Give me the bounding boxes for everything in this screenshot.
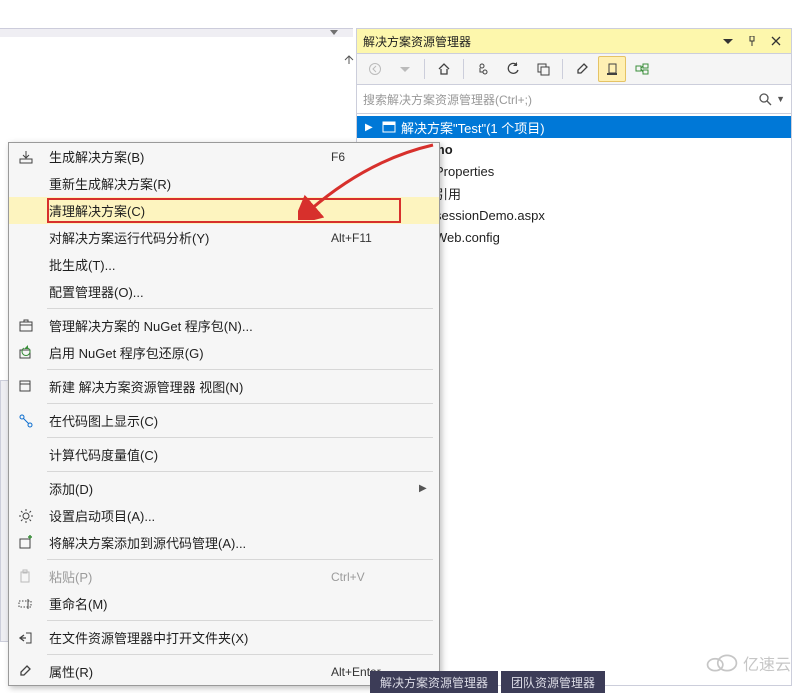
menu-label: 对解决方案运行代码分析(Y) xyxy=(43,228,331,247)
search-box[interactable]: 搜索解决方案资源管理器(Ctrl+;) ▼ xyxy=(357,85,791,114)
search-dropdown-icon[interactable]: ▼ xyxy=(776,94,785,104)
menu-manage-nuget[interactable]: 管理解决方案的 NuGet 程序包(N)... xyxy=(9,312,439,339)
menu-label: 在代码图上显示(C) xyxy=(43,411,331,430)
bottom-tab[interactable]: 解决方案资源管理器 xyxy=(370,671,498,693)
properties-icon[interactable] xyxy=(568,56,596,82)
build-icon xyxy=(9,149,43,165)
paste-icon xyxy=(9,569,43,585)
menu-label: 粘贴(P) xyxy=(43,567,331,586)
menu-label: 在文件资源管理器中打开文件夹(X) xyxy=(43,628,331,647)
forward-icon xyxy=(391,56,419,82)
menu-separator xyxy=(47,654,433,655)
wrench-icon xyxy=(9,664,43,680)
menu-set-startup-projects[interactable]: 设置启动项目(A)... xyxy=(9,502,439,529)
menu-batch-build[interactable]: 批生成(T)... xyxy=(9,251,439,278)
restore-icon xyxy=(9,345,43,361)
menu-label: 设置启动项目(A)... xyxy=(43,506,331,525)
menu-add-to-source-control[interactable]: 将解决方案添加到源代码管理(A)... xyxy=(9,529,439,556)
menu-clean-solution[interactable]: 清理解决方案(C) xyxy=(9,197,439,224)
expand-icon[interactable]: ▶ xyxy=(365,122,377,133)
menu-add[interactable]: 添加(D) ▶ xyxy=(9,475,439,502)
menu-shortcut: Ctrl+V xyxy=(331,570,419,584)
window-position-icon[interactable] xyxy=(719,32,737,50)
app-root: 解决方案资源管理器 搜索解决方案资源管理器(Ctrl+;) ▼ xyxy=(0,0,799,693)
menu-calculate-code-metrics[interactable]: 计算代码度量值(C) xyxy=(9,441,439,468)
menu-enable-nuget-restore[interactable]: 启用 NuGet 程序包还原(G) xyxy=(9,339,439,366)
context-menu: 生成解决方案(B) F6 重新生成解决方案(R) 清理解决方案(C) 对解决方案… xyxy=(8,142,440,686)
menu-shortcut: Alt+F11 xyxy=(331,231,419,245)
close-icon[interactable] xyxy=(767,32,785,50)
bottom-tab[interactable]: 团队资源管理器 xyxy=(501,671,605,693)
menu-label: 配置管理器(O)... xyxy=(43,282,331,301)
view-class-icon[interactable] xyxy=(628,56,656,82)
sync-icon[interactable] xyxy=(469,56,497,82)
menu-paste: 粘贴(P)Ctrl+V xyxy=(9,563,439,590)
gear-icon xyxy=(9,508,43,524)
menu-run-code-analysis[interactable]: 对解决方案运行代码分析(Y)Alt+F11 xyxy=(9,224,439,251)
tab-overflow-icon[interactable] xyxy=(330,30,338,35)
toolbar-separator xyxy=(562,59,563,79)
menu-separator xyxy=(47,308,433,309)
source-control-icon xyxy=(9,535,43,551)
codemap-icon xyxy=(9,413,43,429)
menu-label: 新建 解决方案资源管理器 视图(N) xyxy=(43,377,331,396)
menu-separator xyxy=(47,559,433,560)
bottom-tab-strip: 解决方案资源管理器 团队资源管理器 xyxy=(370,671,605,693)
panel-toolbar xyxy=(357,54,791,85)
rename-icon xyxy=(9,596,43,612)
tree-solution-node[interactable]: ▶ 解决方案"Test"(1 个项目) xyxy=(357,116,791,138)
menu-new-solution-explorer-view[interactable]: 新建 解决方案资源管理器 视图(N) xyxy=(9,373,439,400)
menu-label: 清理解决方案(C) xyxy=(43,201,331,220)
back-icon xyxy=(361,56,389,82)
menu-show-on-codemap[interactable]: 在代码图上显示(C) xyxy=(9,407,439,434)
menu-separator xyxy=(47,369,433,370)
split-handle-icon[interactable] xyxy=(343,54,355,66)
collapse-all-icon[interactable] xyxy=(529,56,557,82)
watermark-text: 亿速云 xyxy=(743,651,791,675)
menu-label: 管理解决方案的 NuGet 程序包(N)... xyxy=(43,316,331,335)
menu-label: 添加(D) xyxy=(43,479,331,498)
search-placeholder: 搜索解决方案资源管理器(Ctrl+;) xyxy=(363,91,754,108)
menu-separator xyxy=(47,403,433,404)
panel-title-text: 解决方案资源管理器 xyxy=(363,33,713,50)
open-folder-icon xyxy=(9,630,43,646)
show-all-files-icon[interactable] xyxy=(598,56,626,82)
new-view-icon xyxy=(9,379,43,395)
refresh-icon[interactable] xyxy=(499,56,527,82)
menu-separator xyxy=(47,437,433,438)
menu-label: 计算代码度量值(C) xyxy=(43,445,331,464)
home-icon[interactable] xyxy=(430,56,458,82)
menu-label: 重新生成解决方案(R) xyxy=(43,174,331,193)
tree-node-label: 解决方案"Test"(1 个项目) xyxy=(401,118,545,137)
tree-node-label: Properties xyxy=(435,164,494,179)
menu-configuration-manager[interactable]: 配置管理器(O)... xyxy=(9,278,439,305)
menu-label: 将解决方案添加到源代码管理(A)... xyxy=(43,533,331,552)
menu-separator xyxy=(47,471,433,472)
search-icon[interactable] xyxy=(758,92,772,106)
menu-label: 属性(R) xyxy=(43,662,331,681)
toolbar-separator xyxy=(463,59,464,79)
menu-rename[interactable]: 重命名(M) xyxy=(9,590,439,617)
pin-icon[interactable] xyxy=(743,32,761,50)
tree-node-label: sessionDemo.aspx xyxy=(435,208,545,223)
solution-icon xyxy=(381,119,397,135)
menu-label: 生成解决方案(B) xyxy=(43,147,331,166)
toolbar-separator xyxy=(424,59,425,79)
menu-label: 批生成(T)... xyxy=(43,255,331,274)
tree-node-label: Web.config xyxy=(435,230,500,245)
menu-rebuild-solution[interactable]: 重新生成解决方案(R) xyxy=(9,170,439,197)
nuget-icon xyxy=(9,318,43,334)
menu-build-solution[interactable]: 生成解决方案(B) F6 xyxy=(9,143,439,170)
menu-shortcut: F6 xyxy=(331,150,419,164)
watermark: 亿速云 xyxy=(705,651,791,675)
menu-open-folder-in-explorer[interactable]: 在文件资源管理器中打开文件夹(X) xyxy=(9,624,439,651)
panel-titlebar[interactable]: 解决方案资源管理器 xyxy=(357,29,791,54)
menu-label: 重命名(M) xyxy=(43,594,331,613)
doc-tab-strip xyxy=(0,28,353,37)
submenu-arrow-icon: ▶ xyxy=(419,483,439,494)
menu-separator xyxy=(47,620,433,621)
menu-label: 启用 NuGet 程序包还原(G) xyxy=(43,343,331,362)
